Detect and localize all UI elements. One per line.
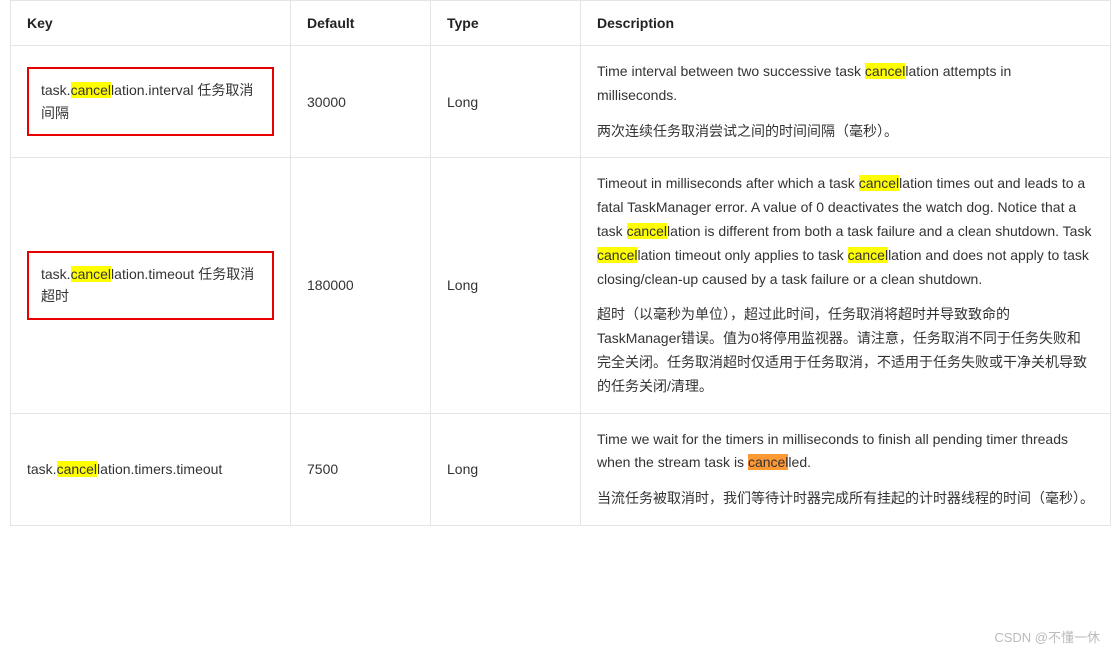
- highlight-keyword: cancel: [71, 266, 111, 282]
- description-cn: 超时（以毫秒为单位），超过此时间，任务取消将超时并导致致命的TaskManage…: [597, 303, 1094, 398]
- highlight-keyword: cancel: [748, 454, 788, 470]
- highlight-keyword: cancel: [627, 223, 667, 239]
- highlight-keyword: cancel: [57, 461, 97, 477]
- highlight-keyword: cancel: [848, 247, 888, 263]
- cell-type: Long: [431, 46, 581, 158]
- col-type: Type: [431, 1, 581, 46]
- watermark: CSDN @不懂一休: [994, 627, 1100, 646]
- header-row: Key Default Type Description: [11, 1, 1111, 46]
- cell-type: Long: [431, 413, 581, 525]
- description-en: Timeout in milliseconds after which a ta…: [597, 172, 1094, 291]
- table-row: task.cancellation.timeout 任务取消超时180000Lo…: [11, 158, 1111, 413]
- cell-description: Timeout in milliseconds after which a ta…: [581, 158, 1111, 413]
- table-row: task.cancellation.timers.timeout 7500Long…: [11, 413, 1111, 525]
- highlight-keyword: cancel: [859, 175, 899, 191]
- key-text: task.cancellation.timers.timeout: [27, 461, 222, 477]
- cell-default: 180000: [291, 158, 431, 413]
- highlight-keyword: cancel: [597, 247, 637, 263]
- cell-description: Time we wait for the timers in milliseco…: [581, 413, 1111, 525]
- description-en: Time interval between two successive tas…: [597, 60, 1094, 108]
- description-cn: 当流任务被取消时，我们等待计时器完成所有挂起的计时器线程的时间（毫秒）。: [597, 487, 1094, 511]
- highlight-keyword: cancel: [71, 82, 111, 98]
- description-cn: 两次连续任务取消尝试之间的时间间隔（毫秒）。: [597, 120, 1094, 144]
- description-en: Time we wait for the timers in milliseco…: [597, 428, 1094, 476]
- cell-default: 7500: [291, 413, 431, 525]
- highlight-box: task.cancellation.interval 任务取消间隔: [27, 67, 274, 136]
- col-description: Description: [581, 1, 1111, 46]
- col-default: Default: [291, 1, 431, 46]
- cell-key: task.cancellation.interval 任务取消间隔: [11, 46, 291, 158]
- cell-key: task.cancellation.timeout 任务取消超时: [11, 158, 291, 413]
- highlight-keyword: cancel: [865, 63, 905, 79]
- cell-type: Long: [431, 158, 581, 413]
- cell-description: Time interval between two successive tas…: [581, 46, 1111, 158]
- table-row: task.cancellation.interval 任务取消间隔30000Lo…: [11, 46, 1111, 158]
- config-table: Key Default Type Description task.cancel…: [10, 0, 1111, 526]
- highlight-box: task.cancellation.timeout 任务取消超时: [27, 251, 274, 320]
- col-key: Key: [11, 1, 291, 46]
- cell-default: 30000: [291, 46, 431, 158]
- cell-key: task.cancellation.timers.timeout: [11, 413, 291, 525]
